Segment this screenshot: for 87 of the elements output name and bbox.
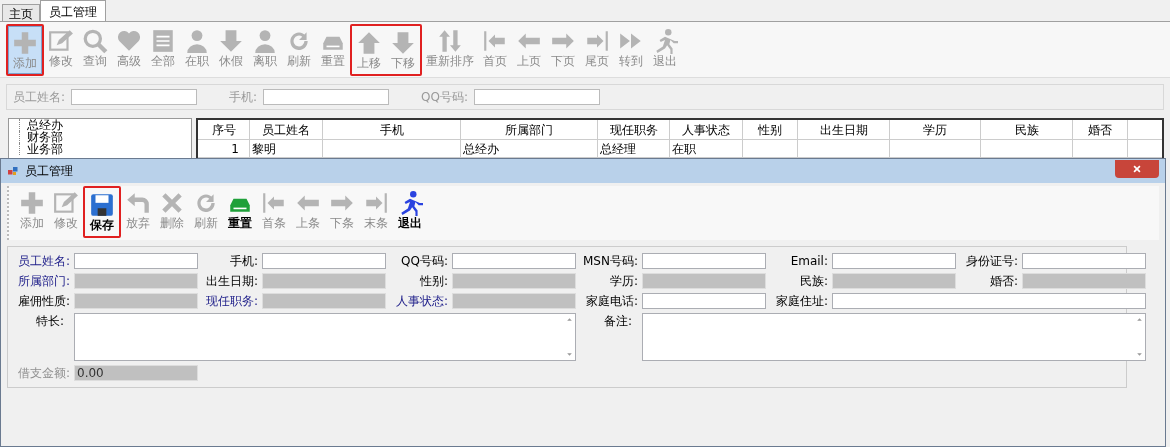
field-label: 现任职务: — [204, 293, 258, 309]
column-header[interactable]: 婚否 — [1073, 120, 1128, 139]
first-icon — [482, 28, 508, 54]
column-header[interactable]: 性别 — [743, 120, 798, 139]
field-label: 家庭电话: — [584, 293, 638, 309]
input-field[interactable] — [452, 253, 576, 269]
field-label: 人事状态: — [394, 293, 448, 309]
field-label: Email: — [789, 253, 828, 269]
first-icon — [261, 190, 287, 216]
list-icon — [150, 28, 176, 54]
person-icon — [252, 28, 278, 54]
field-label: QQ号码: — [400, 253, 448, 269]
app-icon — [7, 165, 19, 177]
readonly-field: 0.00 — [74, 365, 198, 381]
tab[interactable]: 员工管理 — [40, 0, 106, 21]
plus-icon — [12, 30, 38, 56]
input-field[interactable] — [642, 253, 766, 269]
close-button[interactable] — [1115, 160, 1159, 178]
field-label: 身份证号: — [964, 253, 1018, 269]
tree-item[interactable]: 财务部 — [27, 131, 63, 143]
column-header[interactable]: 员工姓名 — [250, 120, 323, 139]
input-field[interactable] — [262, 253, 386, 269]
field-label: 学历: — [608, 273, 638, 289]
search-field[interactable] — [71, 89, 198, 105]
input-field[interactable] — [74, 253, 198, 269]
field-label: QQ号码: — [421, 89, 469, 106]
column-header[interactable]: 现任职务 — [598, 120, 670, 139]
field-label: 借支金额: — [16, 365, 70, 381]
column-header[interactable]: 民族 — [981, 120, 1073, 139]
column-header[interactable]: 所属部门 — [461, 120, 598, 139]
plus-icon — [19, 190, 45, 216]
up-caret-icon — [565, 316, 573, 323]
down-arrow-icon — [218, 28, 244, 54]
field-label: 手机: — [228, 253, 258, 269]
toolbar-button[interactable]: 重置 — [223, 186, 257, 234]
input-field[interactable] — [1022, 253, 1146, 269]
person-icon — [184, 28, 210, 54]
down-caret-icon — [1135, 351, 1143, 358]
table-cell: 在职 — [670, 140, 743, 157]
delete-icon — [159, 190, 185, 216]
field-label: 家庭住址: — [774, 293, 828, 309]
field-label: 民族: — [798, 273, 828, 289]
tab[interactable]: 主页 — [2, 4, 40, 21]
field-label: 员工姓名: — [16, 253, 70, 269]
down-caret-icon — [565, 351, 573, 358]
close-icon — [1132, 164, 1142, 174]
tree-item[interactable]: 业务部 — [27, 143, 63, 155]
column-header[interactable]: 人事状态 — [670, 120, 743, 139]
table-cell: 总经办 — [461, 140, 598, 157]
field-label: 员工姓名: — [13, 89, 66, 106]
toolbar-button[interactable]: 保存 — [85, 188, 119, 236]
table-cell: 1 — [198, 140, 250, 157]
input-field[interactable] — [832, 293, 1146, 309]
input-field[interactable] — [832, 253, 956, 269]
field-label: 雇佣性质: — [16, 293, 70, 309]
field-label: 手机: — [229, 89, 258, 106]
search-field[interactable] — [474, 89, 601, 105]
column-header[interactable]: 序号 — [198, 120, 250, 139]
down-arrow-icon — [390, 30, 416, 56]
pencil-icon — [53, 190, 79, 216]
field-label: 性别: — [418, 273, 448, 289]
table-cell: 黎明 — [250, 140, 323, 157]
undo-arrow-icon — [125, 190, 151, 216]
column-header[interactable]: 出生日期 — [798, 120, 890, 139]
sort-icon — [437, 28, 463, 54]
column-header[interactable]: 手机 — [323, 120, 461, 139]
up-caret-icon — [1135, 316, 1143, 323]
search-field[interactable] — [263, 89, 390, 105]
input-field[interactable] — [642, 293, 766, 309]
tree-item[interactable]: 总经办 — [27, 119, 63, 131]
last-icon — [363, 190, 389, 216]
text-area[interactable] — [642, 313, 1146, 361]
window-title: 员工管理 — [25, 163, 73, 180]
field-label: 备注: — [602, 313, 633, 329]
last-icon — [584, 28, 610, 54]
table-cell: 总经理 — [598, 140, 670, 157]
column-header[interactable]: 学历 — [890, 120, 981, 139]
search-icon — [82, 28, 108, 54]
field-label: 所属部门: — [16, 273, 70, 289]
field-label: MSN号码: — [582, 253, 638, 269]
up-arrow-icon — [356, 30, 382, 56]
text-area[interactable] — [74, 313, 576, 361]
field-label: 婚否: — [988, 273, 1018, 289]
toolbar-button[interactable]: 退出 — [393, 186, 427, 234]
pencil-icon — [48, 28, 74, 54]
field-label: 特长: — [34, 313, 65, 329]
field-label: 出生日期: — [204, 273, 258, 289]
